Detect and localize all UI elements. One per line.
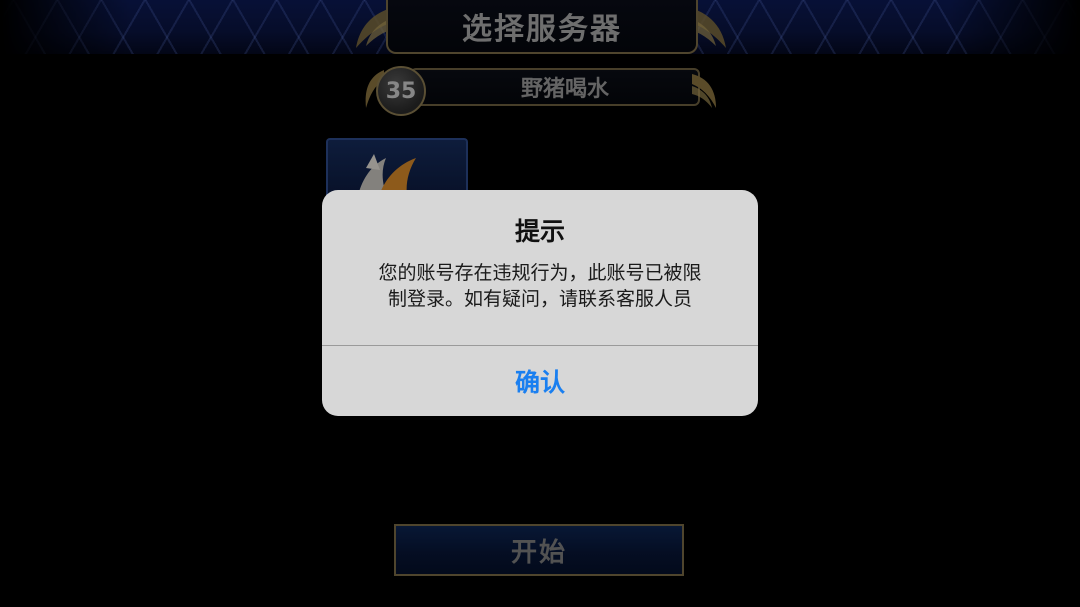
- dialog-message-line-1: 您的账号存在违规行为，此账号已被限: [378, 262, 702, 284]
- dialog-title: 提示: [514, 217, 565, 246]
- confirm-button[interactable]: 确认: [322, 346, 758, 416]
- dialog-message: 您的账号存在违规行为，此账号已被限 制登录。如有疑问，请联系客服人员: [356, 260, 724, 312]
- alert-dialog: 提示 您的账号存在违规行为，此账号已被限 制登录。如有疑问，请联系客服人员 确认: [322, 190, 758, 416]
- dialog-message-line-2: 制登录。如有疑问，请联系客服人员: [387, 288, 692, 310]
